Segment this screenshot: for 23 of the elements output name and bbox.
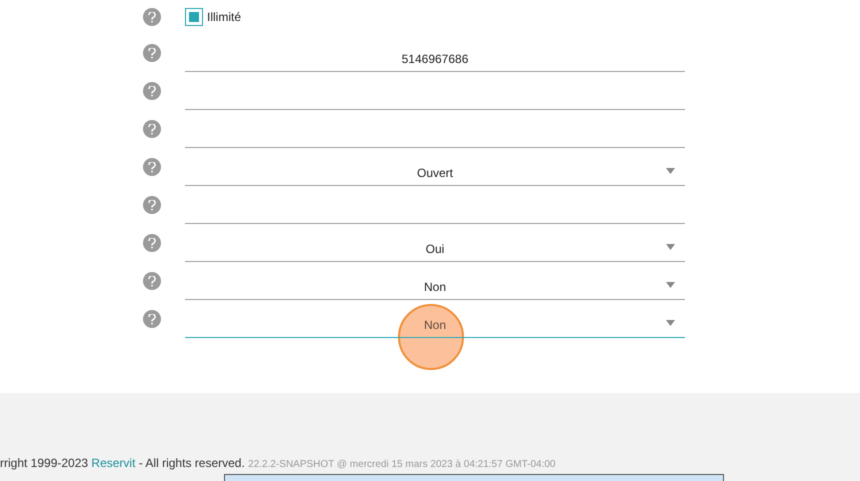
help-icon[interactable] bbox=[143, 8, 161, 26]
caret-icon bbox=[666, 282, 675, 288]
select-field[interactable]: Ouvert bbox=[185, 148, 685, 186]
select-field[interactable]: Non bbox=[185, 300, 685, 338]
help-icon[interactable] bbox=[143, 82, 161, 100]
caret-icon bbox=[666, 320, 675, 326]
caret-icon bbox=[666, 244, 675, 250]
checkbox[interactable] bbox=[185, 8, 203, 26]
help-icon[interactable] bbox=[143, 272, 161, 290]
version-text: 22.2.2-SNAPSHOT @ mercredi 15 mars 2023 à 04:21:57 GMT-04:00 bbox=[248, 459, 556, 470]
input-field[interactable]: 5146967686 bbox=[185, 34, 685, 72]
help-icon[interactable] bbox=[143, 234, 161, 252]
select-field[interactable]: Oui bbox=[185, 224, 685, 262]
copyright-text: - All rights reserved. bbox=[138, 456, 246, 470]
caret-icon bbox=[666, 168, 675, 174]
help-icon[interactable] bbox=[143, 196, 161, 214]
help-icon[interactable] bbox=[143, 158, 161, 176]
select-field[interactable]: Non bbox=[185, 262, 685, 300]
help-icon[interactable] bbox=[143, 310, 161, 328]
help-icon[interactable] bbox=[143, 44, 161, 62]
copyright-text: rright 1999-2023 bbox=[0, 456, 90, 470]
help-icon[interactable] bbox=[143, 120, 161, 138]
checkbox-label: Illimité bbox=[207, 9, 242, 26]
